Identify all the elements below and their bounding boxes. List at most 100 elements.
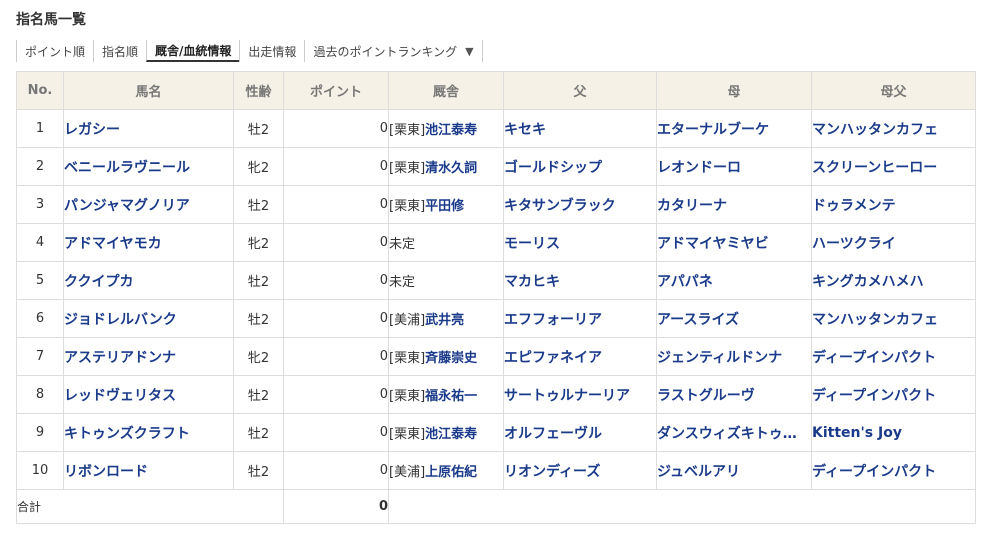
sire-link[interactable]: エピファネイア (504, 350, 602, 366)
dam-cell: ジェンティルドンナ (656, 337, 812, 376)
damsire-link[interactable]: マンハッタンカフェ (812, 312, 938, 328)
table-row: 3 パンジャマグノリア 牡2 0 [栗東]平田修 キタサンブラック カタリーナ ドゥラメンテ (16, 185, 976, 224)
sire-link[interactable]: エフフォーリア (504, 312, 602, 328)
points-value: 0 (283, 109, 389, 148)
dam-link[interactable]: エターナルブーケ (657, 119, 797, 139)
points-value: 0 (283, 261, 389, 300)
damsire-link[interactable]: ディープインパクト (812, 350, 936, 366)
trainer-link[interactable]: 池江泰寿 (425, 427, 477, 442)
dam-cell: ラストグルーヴ (656, 375, 812, 414)
damsire-link[interactable]: ハーツクライ (812, 236, 896, 252)
total-row: 合計 0 (16, 489, 976, 524)
tab-point-order[interactable]: ポイント順 (16, 40, 93, 62)
dam-cell: エターナルブーケ (656, 109, 812, 148)
horse-name-link[interactable]: アステリアドンナ (64, 350, 176, 366)
dam-link[interactable]: ダンスウィズキトゥ… (657, 423, 797, 443)
damsire-link[interactable]: ディープインパクト (812, 464, 936, 480)
horse-name-cell: リボンロード (63, 451, 234, 490)
sire-link[interactable]: モーリス (504, 236, 560, 252)
sire-cell: モーリス (503, 223, 657, 262)
tab-stable-pedigree[interactable]: 厩舎/血統情報 (146, 40, 240, 62)
damsire-link[interactable]: マンハッタンカフェ (812, 122, 938, 138)
caret-down-icon: ▼ (465, 44, 474, 58)
sire-link[interactable]: リオンディーズ (504, 464, 600, 480)
sire-link[interactable]: ゴールドシップ (504, 160, 602, 176)
tab-nomination-order[interactable]: 指名順 (93, 40, 146, 62)
sex-age: 牡2 (233, 299, 284, 338)
dam-cell: アパパネ (656, 261, 812, 300)
damsire-link[interactable]: スクリーンヒーロー (812, 160, 937, 176)
dam-link[interactable]: アパパネ (657, 271, 797, 291)
tab-race-entries[interactable]: 出走情報 (239, 40, 304, 62)
row-number: 2 (16, 147, 64, 186)
horse-name-link[interactable]: レッドヴェリタス (64, 388, 176, 404)
stable-region: [栗東] (389, 427, 426, 442)
table-row: 6 ジョドレルバンク 牡2 0 [美浦]武井亮 エフフォーリア アースライズ マンハッタンカフ… (16, 299, 976, 338)
damsire-link[interactable]: ドゥラメンテ (812, 198, 896, 214)
damsire-link[interactable]: Kitten's Joy (812, 425, 902, 441)
dam-link[interactable]: ジュベルアリ (657, 461, 797, 481)
header-stable: 厩舎 (388, 71, 504, 110)
horse-name-cell: ククイプカ (63, 261, 234, 300)
trainer-link[interactable]: 武井亮 (425, 313, 464, 328)
tab-past-ranking-dropdown[interactable]: 過去のポイントランキング ▼ (304, 40, 483, 62)
header-sex-age: 性齢 (233, 71, 284, 110)
dam-cell: レオンドーロ (656, 147, 812, 186)
sire-cell: キセキ (503, 109, 657, 148)
horse-name-link[interactable]: レガシー (64, 122, 120, 138)
dam-link[interactable]: カタリーナ (657, 195, 797, 215)
damsire-link[interactable]: キングカメハメハ (812, 274, 924, 290)
dam-link[interactable]: ジェンティルドンナ (657, 347, 797, 367)
sire-cell: リオンディーズ (503, 451, 657, 490)
horse-name-link[interactable]: ジョドレルバンク (64, 312, 177, 328)
sex-age: 牝2 (233, 147, 284, 186)
stable-cell: [美浦]武井亮 (388, 299, 504, 338)
sire-link[interactable]: キタサンブラック (504, 198, 616, 214)
horse-name-link[interactable]: パンジャマグノリア (64, 198, 190, 214)
row-number: 1 (16, 109, 64, 148)
points-value: 0 (283, 337, 389, 376)
dam-link[interactable]: アースライズ (657, 309, 797, 329)
dam-cell: ダンスウィズキトゥ… (656, 413, 812, 452)
sire-link[interactable]: キセキ (504, 122, 546, 138)
stable-cell: 未定 (388, 223, 504, 262)
damsire-cell: マンハッタンカフェ (811, 299, 976, 338)
table-row: 10 リボンロード 牡2 0 [美浦]上原佑紀 リオンディーズ ジュベルアリ ディープインパク… (16, 451, 976, 490)
sire-cell: エピファネイア (503, 337, 657, 376)
trainer-link[interactable]: 上原佑紀 (425, 465, 477, 480)
trainer-undecided: 未定 (389, 237, 416, 252)
row-number: 4 (16, 223, 64, 262)
sire-cell: ゴールドシップ (503, 147, 657, 186)
sire-cell: マカヒキ (503, 261, 657, 300)
table-row: 7 アステリアドンナ 牝2 0 [栗東]斉藤崇史 エピファネイア ジェンティルドンナ ディープ… (16, 337, 976, 376)
sire-link[interactable]: オルフェーヴル (504, 426, 602, 442)
header-damsire: 母父 (811, 71, 976, 110)
trainer-link[interactable]: 斉藤崇史 (425, 351, 477, 366)
dam-cell: アースライズ (656, 299, 812, 338)
horse-name-link[interactable]: キトゥンズクラフト (64, 426, 190, 442)
stable-region: [美浦] (389, 313, 426, 328)
dam-link[interactable]: レオンドーロ (657, 157, 797, 177)
stable-region: [栗東] (389, 351, 426, 366)
dam-link[interactable]: アドマイヤミヤビ (657, 233, 797, 253)
stable-cell: [栗東]斉藤崇史 (388, 337, 504, 376)
trainer-link[interactable]: 福永祐一 (425, 389, 477, 404)
damsire-link[interactable]: ディープインパクト (812, 388, 936, 404)
total-label: 合計 (16, 489, 284, 524)
sire-link[interactable]: マカヒキ (504, 274, 560, 290)
stable-region: [美浦] (389, 465, 426, 480)
row-number: 3 (16, 185, 64, 224)
points-value: 0 (283, 375, 389, 414)
trainer-link[interactable]: 清水久詞 (425, 161, 477, 176)
sire-link[interactable]: サートゥルナーリア (504, 388, 630, 404)
horse-name-link[interactable]: ククイプカ (64, 274, 133, 290)
sex-age: 牝2 (233, 223, 284, 262)
horse-name-link[interactable]: アドマイヤモカ (64, 236, 162, 252)
dam-link[interactable]: ラストグルーヴ (657, 385, 797, 405)
horse-name-link[interactable]: ベニールラヴニール (64, 160, 190, 176)
trainer-link[interactable]: 池江泰寿 (425, 123, 477, 138)
horse-name-link[interactable]: リボンロード (64, 464, 148, 480)
stable-region: [栗東] (389, 123, 426, 138)
trainer-link[interactable]: 平田修 (425, 199, 464, 214)
stable-cell: [栗東]平田修 (388, 185, 504, 224)
